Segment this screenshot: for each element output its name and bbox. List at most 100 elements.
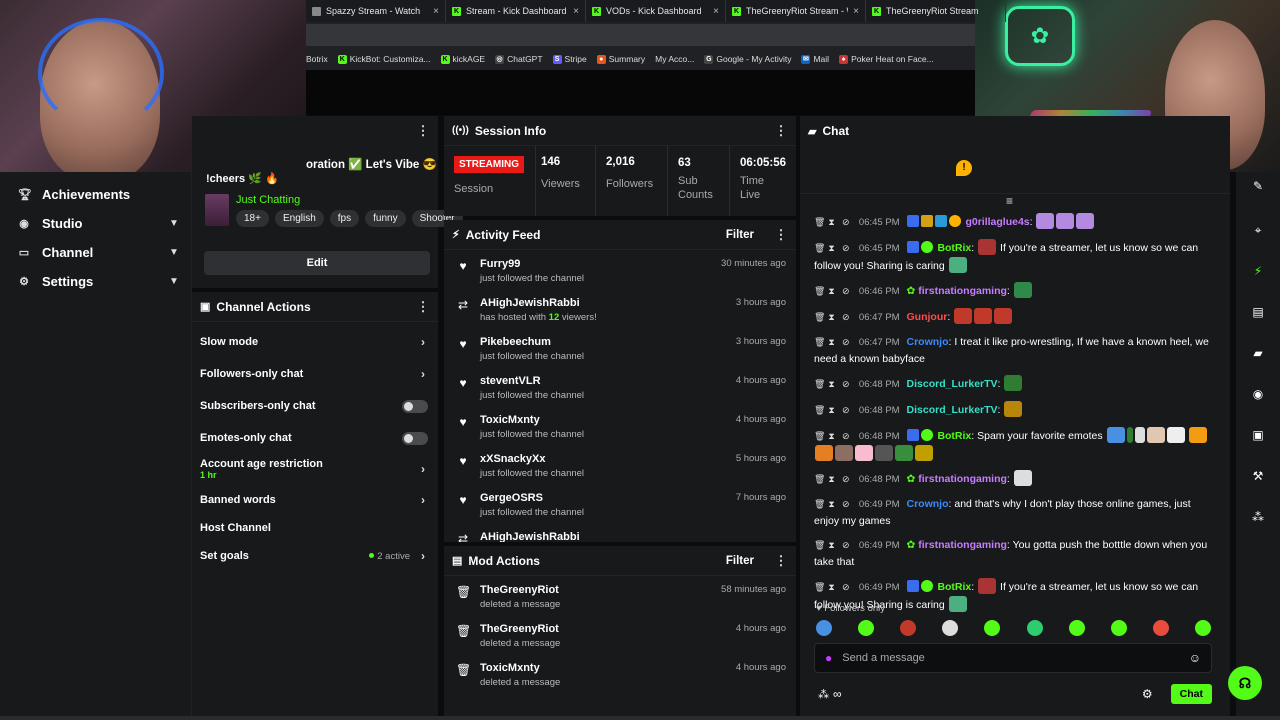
filter-button[interactable]: Filter — [726, 555, 754, 567]
ban-icon[interactable]: ⊘ — [842, 309, 850, 325]
trash-icon[interactable]: 🗑︎ — [814, 537, 825, 553]
hourglass-icon[interactable]: ⧗ — [828, 240, 835, 256]
infinity-icon[interactable]: ∞ — [833, 687, 842, 701]
tag[interactable]: 18+ — [236, 210, 269, 227]
trash-icon[interactable]: 🗑︎ — [814, 376, 825, 392]
mod-user[interactable]: ToxicMxnty — [480, 662, 736, 674]
ban-icon[interactable]: ⊘ — [842, 334, 850, 350]
bookmark[interactable]: ● Summary — [596, 54, 645, 64]
wrench-icon[interactable]: ⚒ — [1244, 462, 1272, 490]
more-options-icon[interactable]: ⋮ — [774, 227, 788, 243]
host-channel-row[interactable]: Host Channel — [192, 516, 438, 540]
microphone-icon[interactable]: ● — [825, 651, 832, 665]
chat-username[interactable]: firstnationgaming — [918, 539, 1007, 551]
slow-mode-row[interactable]: Slow mode › — [192, 326, 438, 358]
chat-username[interactable]: Gunjour — [907, 311, 948, 323]
emoji-icon[interactable]: ☺ — [1189, 651, 1201, 665]
emote-icon[interactable] — [816, 620, 832, 636]
panel-icon[interactable]: ▣ — [1244, 421, 1272, 449]
activity-user[interactable]: Furry99 — [480, 258, 721, 270]
browser-tab[interactable]: K TheGreenyRiot Stream — [866, 0, 1006, 22]
broadcast-icon[interactable]: ◉ — [1244, 380, 1272, 408]
bookmark[interactable]: K KickBot: Customiza... — [337, 54, 431, 64]
chat-username[interactable]: g0rillaglue4s — [965, 216, 1029, 228]
ban-icon[interactable]: ⊘ — [842, 214, 850, 230]
chat-username[interactable]: BotRix — [937, 430, 971, 442]
hourglass-icon[interactable]: ⧗ — [828, 537, 835, 553]
tag[interactable]: fps — [329, 210, 360, 227]
account-age-row[interactable]: Account age restriction 1 hr › — [192, 454, 438, 484]
trash-icon[interactable]: 🗑︎ — [814, 496, 825, 512]
share-icon[interactable]: ⁂ — [1244, 503, 1272, 531]
bookmark[interactable]: ✉ Mail — [801, 54, 829, 64]
trash-icon[interactable]: 🗑︎ — [814, 471, 825, 487]
hourglass-icon[interactable]: ⧗ — [828, 428, 835, 444]
hourglass-icon[interactable]: ⧗ — [828, 334, 835, 350]
chat-username[interactable]: firstnationgaming — [918, 285, 1007, 297]
emote-icon[interactable] — [942, 620, 959, 636]
set-goals-row[interactable]: Set goals 2 active › — [192, 540, 438, 572]
ban-icon[interactable]: ⊘ — [842, 537, 850, 553]
chat-username[interactable]: Crownjo — [907, 498, 949, 510]
nav-studio[interactable]: ◉ Studio ▼ — [0, 209, 191, 238]
bookmark[interactable]: My Acco... — [655, 54, 694, 64]
bookmark[interactable]: G Google - My Activity — [704, 54, 791, 64]
trash-icon[interactable]: 🗑︎ — [814, 283, 825, 299]
category-name[interactable]: Just Chatting — [236, 194, 300, 206]
emote-icon[interactable] — [984, 620, 1001, 636]
emote-icon[interactable] — [1068, 620, 1085, 636]
browser-tab[interactable]: K TheGreenyRiot Stream - Wa × — [726, 0, 866, 22]
nav-achievements[interactable]: 🏆︎ Achievements — [0, 180, 191, 209]
emote-icon[interactable] — [1110, 620, 1127, 636]
chat-message-input[interactable] — [842, 652, 1179, 664]
mod-user[interactable]: TheGreenyRiot — [480, 623, 736, 635]
followers-only-row[interactable]: Followers-only chat › — [192, 358, 438, 390]
pen-icon[interactable]: ✎ — [1244, 172, 1272, 200]
close-icon[interactable]: × — [853, 6, 859, 17]
hourglass-icon[interactable]: ⧗ — [828, 579, 835, 595]
browser-tab[interactable]: Spazzy Stream - Watch × — [306, 0, 446, 22]
chat-username[interactable]: Discord_LurkerTV — [907, 378, 998, 390]
hourglass-icon[interactable]: ⧗ — [828, 309, 835, 325]
trash-icon[interactable]: 🗑︎ — [814, 309, 825, 325]
more-options-icon[interactable]: ⋮ — [774, 553, 788, 569]
bookmark[interactable]: ♠ Poker Heat on Face... — [839, 54, 934, 64]
close-icon[interactable]: × — [573, 6, 579, 17]
ban-icon[interactable]: ⊘ — [842, 402, 850, 418]
emote-icon[interactable] — [1026, 620, 1043, 636]
chat-username[interactable]: BotRix — [937, 581, 971, 593]
ban-icon[interactable]: ⊘ — [842, 579, 850, 595]
ban-icon[interactable]: ⊘ — [842, 376, 850, 392]
hourglass-icon[interactable]: ⧗ — [828, 376, 835, 392]
close-icon[interactable]: × — [433, 6, 439, 17]
target-icon[interactable]: ⌖ — [1244, 216, 1272, 244]
tag[interactable]: English — [274, 210, 324, 227]
hourglass-icon[interactable]: ⧗ — [828, 214, 835, 230]
close-icon[interactable]: × — [713, 6, 719, 17]
trash-icon[interactable]: 🗑︎ — [814, 579, 825, 595]
bookmark[interactable]: S Stripe — [552, 54, 587, 64]
bookmark[interactable]: Botrix — [306, 54, 328, 64]
chat-bubble-icon[interactable]: ▰ — [1244, 339, 1272, 367]
activity-user[interactable]: ToxicMxnty — [480, 414, 736, 426]
filter-button[interactable]: Filter — [726, 229, 754, 241]
address-bar[interactable] — [306, 24, 975, 46]
edit-stream-button[interactable]: Edit — [204, 251, 430, 275]
tag[interactable]: funny — [365, 210, 406, 227]
nav-settings[interactable]: ⚙ Settings ▼ — [0, 267, 191, 296]
browser-tab[interactable]: K VODs - Kick Dashboard × — [586, 0, 726, 22]
emote-icon[interactable] — [900, 620, 917, 636]
document-icon[interactable]: ▤ — [1244, 298, 1272, 326]
hourglass-icon[interactable]: ⧗ — [828, 496, 835, 512]
emote-icon[interactable] — [1152, 620, 1169, 636]
activity-user[interactable]: steventVLR — [480, 375, 736, 387]
gear-icon[interactable]: ⚙ — [1142, 687, 1153, 701]
ban-icon[interactable]: ⊘ — [842, 240, 850, 256]
emote-icon[interactable] — [858, 620, 875, 636]
more-options-icon[interactable]: ⋮ — [416, 299, 430, 315]
users-icon[interactable]: ⁂ — [818, 688, 829, 701]
emote-icon[interactable] — [1194, 620, 1211, 636]
trash-icon[interactable]: 🗑︎ — [814, 402, 825, 418]
more-options-icon[interactable]: ⋮ — [774, 123, 788, 139]
ban-icon[interactable]: ⊘ — [842, 283, 850, 299]
